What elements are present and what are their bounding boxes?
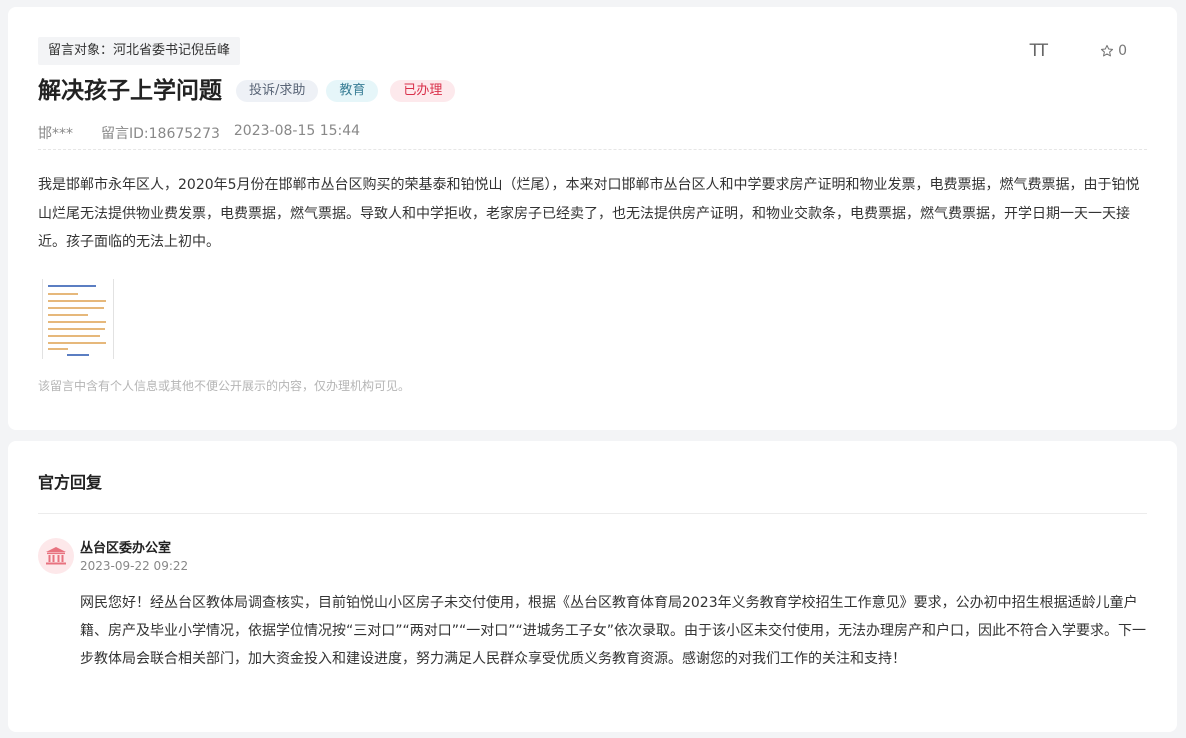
avatar: [38, 538, 74, 574]
page-title: 解决孩子上学问题: [38, 78, 222, 104]
reply-content: 网民您好！经丛台区教体局调查核实，目前铂悦山小区房子未交付使用，根据《丛台区教育…: [80, 595, 1147, 667]
divider: [38, 513, 1147, 514]
type-tag: 投诉/求助: [236, 80, 319, 102]
favorite-count: 0: [1118, 43, 1127, 59]
message-content: 我是邯郸市永年区人，2020年5月份在邯郸市丛台区购买的荣基泰和铂悦山（烂尾），…: [38, 177, 1140, 250]
reply-organization: 丛台区委办公室: [80, 541, 172, 556]
divider: [38, 149, 1147, 150]
font-size-icon[interactable]: TT: [1030, 41, 1049, 61]
reply-datetime: 2023-09-22 09:22: [80, 559, 189, 573]
privacy-notice: 该留言中含有个人信息或其他不便公开展示的内容，仅办理机构可见。: [38, 379, 411, 393]
message-datetime: 2023-08-15 15:44: [233, 123, 361, 139]
attachment-thumbnail[interactable]: [42, 279, 114, 359]
message-card: 留言对象：河北省委书记倪岳峰 TT 0 解决孩子上学问题 投诉/求助 教育 已办…: [8, 7, 1177, 430]
favorite-button[interactable]: 0: [1100, 43, 1127, 59]
status-badge: 已办理: [390, 80, 456, 102]
title-row: 解决孩子上学问题 投诉/求助 教育 已办理: [38, 75, 456, 107]
message-target: 留言对象：河北省委书记倪岳峰: [38, 37, 241, 65]
star-outline-icon: [1101, 44, 1114, 57]
author-name: 邯***: [38, 126, 73, 142]
government-building-icon: [46, 547, 66, 565]
message-tools: TT 0: [1030, 41, 1127, 61]
reply-card: 官方回复 丛台区委办公室 2023-09-22 09:22 网民您好！经丛台区教…: [8, 441, 1177, 732]
category-tag: 教育: [326, 80, 379, 102]
reply-section-title: 官方回复: [38, 473, 103, 492]
message-meta: 邯*** 留言ID:18675273 2023-08-15 15:44: [38, 123, 360, 143]
message-id: 留言ID:18675273: [101, 126, 220, 142]
